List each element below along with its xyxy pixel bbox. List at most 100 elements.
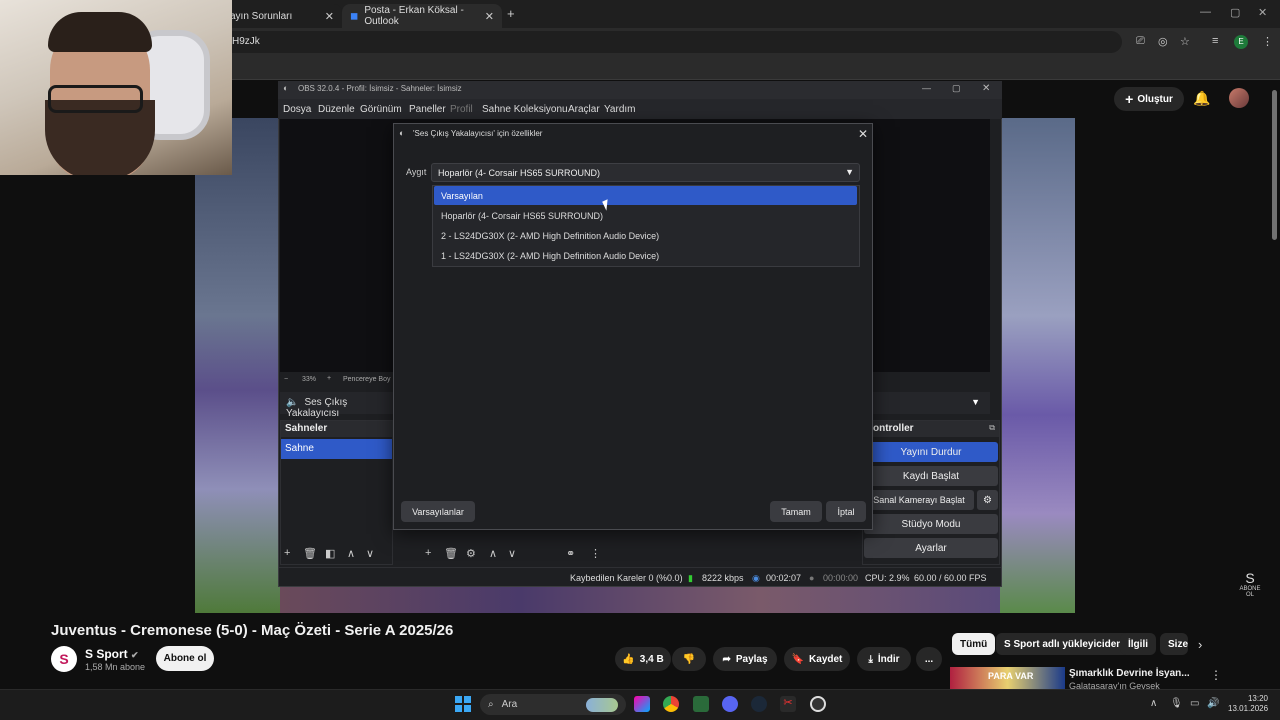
chevron-down-icon[interactable]: ∨ bbox=[508, 547, 516, 560]
maximize-icon[interactable]: ▢ bbox=[952, 83, 961, 94]
microphone-icon[interactable]: 🎙 bbox=[1170, 698, 1183, 709]
more-icon[interactable]: ⋮ bbox=[1210, 668, 1222, 682]
zoom-in-icon[interactable]: + bbox=[327, 375, 331, 382]
hide-icon[interactable]: ◎ bbox=[1158, 35, 1168, 48]
menu-gorunum[interactable]: Görünüm bbox=[360, 104, 402, 115]
studio-mode-button[interactable]: Stüdyo Modu bbox=[864, 514, 998, 534]
system-clock[interactable]: 13:20 13.01.2026 bbox=[1228, 694, 1268, 714]
device-value: Hoparlör (4- Corsair HS65 SURROUND) bbox=[438, 168, 601, 178]
add-icon[interactable]: + bbox=[425, 547, 431, 559]
menu-sahne-koleksiyonu[interactable]: Sahne Koleksiyonu bbox=[482, 104, 568, 115]
menu-icon[interactable]: ⋮ bbox=[1262, 35, 1273, 48]
cast-icon[interactable]: ⎚ bbox=[1136, 35, 1145, 48]
star-icon[interactable]: ☆ bbox=[1180, 35, 1190, 48]
obs-statusbar: Kaybedilen Kareler 0 (%0.0) ▮ 8222 kbps … bbox=[279, 567, 1001, 586]
trash-icon[interactable]: 🗑 bbox=[303, 547, 317, 560]
add-icon[interactable]: + bbox=[284, 547, 290, 559]
menu-yardim[interactable]: Yardım bbox=[604, 104, 636, 115]
menu-duzenle[interactable]: Düzenle bbox=[318, 104, 355, 115]
obs-icon[interactable] bbox=[810, 696, 826, 712]
zoom-out-icon[interactable]: − bbox=[284, 376, 288, 383]
chevron-up-icon[interactable]: ∧ bbox=[489, 547, 497, 560]
save-button[interactable]: 🔖 Kaydet bbox=[784, 647, 850, 671]
browser-tab[interactable]: ◼ Posta - Erkan Köksal - Outlook ✕ bbox=[342, 4, 502, 28]
device-option[interactable]: 2 - LS24DG30X (2- AMD High Definition Au… bbox=[434, 226, 857, 245]
chevron-down-icon[interactable]: ∨ bbox=[366, 547, 374, 560]
start-virtual-camera-button[interactable]: Sanal Kamerayı Başlat bbox=[864, 490, 974, 510]
undock-icon[interactable]: ⧉ bbox=[989, 423, 995, 433]
chrome-icon[interactable] bbox=[663, 696, 679, 712]
minimize-icon[interactable]: — bbox=[1200, 6, 1211, 18]
trash-icon[interactable]: 🗑 bbox=[444, 547, 458, 560]
source-dropdown[interactable]: ▼ bbox=[873, 392, 990, 414]
settings-button[interactable]: Ayarlar bbox=[864, 538, 998, 558]
thumbs-down-icon: 👎 bbox=[682, 653, 696, 665]
gear-icon[interactable]: ⚙ bbox=[466, 547, 476, 560]
profile-avatar[interactable]: E bbox=[1234, 35, 1248, 49]
search-label: Ara bbox=[501, 699, 518, 710]
channel-name[interactable]: S Sport ✔ bbox=[85, 647, 139, 661]
avatar[interactable] bbox=[1229, 88, 1249, 108]
gear-icon[interactable]: ⚙ bbox=[977, 490, 998, 510]
link-icon[interactable]: ⚭ bbox=[566, 547, 575, 560]
cancel-button[interactable]: İptal bbox=[826, 501, 866, 522]
video-frame-bottom bbox=[280, 585, 1000, 613]
windows-start-icon[interactable] bbox=[455, 696, 471, 712]
defaults-button[interactable]: Varsayılanlar bbox=[401, 501, 475, 522]
address-bar[interactable]: H9zJk bbox=[222, 31, 1122, 53]
filter-icon[interactable]: ◧ bbox=[325, 547, 335, 560]
related-thumbnail[interactable]: PARA VAR bbox=[950, 667, 1065, 689]
menu-profil[interactable]: Profil bbox=[450, 104, 473, 115]
capcut-icon[interactable]: ✂ bbox=[780, 696, 796, 712]
bell-icon[interactable]: 🔔 bbox=[1193, 90, 1210, 107]
close-icon[interactable]: ✕ bbox=[1258, 6, 1267, 19]
new-tab-button[interactable]: + bbox=[507, 6, 515, 21]
close-icon[interactable]: ✕ bbox=[982, 83, 990, 94]
dislike-button[interactable]: 👎 bbox=[672, 647, 706, 671]
volume-icon[interactable]: 🔊 bbox=[1207, 698, 1219, 709]
ok-button[interactable]: Tamam bbox=[770, 501, 822, 522]
discord-icon[interactable] bbox=[722, 696, 738, 712]
chip-uploader[interactable]: S Sport adlı yükleyiciden bbox=[996, 633, 1131, 655]
minimize-icon[interactable]: — bbox=[922, 83, 931, 93]
create-button[interactable]: + Oluştur bbox=[1114, 87, 1184, 111]
related-title[interactable]: Şımarklık Devrine İsyan... bbox=[1069, 668, 1190, 679]
app-icon[interactable] bbox=[693, 696, 709, 712]
device-option[interactable]: Hoparlör (4- Corsair HS65 SURROUND) bbox=[434, 206, 857, 225]
menu-paneller[interactable]: Paneller bbox=[409, 104, 446, 115]
scene-item[interactable]: Sahne bbox=[281, 439, 392, 459]
browser-tab[interactable]: ayın Sorunları ✕ bbox=[222, 4, 342, 28]
more-button[interactable]: ... bbox=[916, 647, 942, 671]
close-icon[interactable]: ✕ bbox=[858, 127, 868, 141]
menu-araclar[interactable]: Araçlar bbox=[568, 104, 600, 115]
chevron-up-icon[interactable]: ∧ bbox=[347, 547, 355, 560]
device-select[interactable]: Hoparlör (4- Corsair HS65 SURROUND) ▼ bbox=[431, 163, 860, 182]
network-icon[interactable]: ▭ bbox=[1190, 698, 1199, 709]
like-button[interactable]: 👍 3,4 B bbox=[615, 647, 671, 671]
stop-stream-button[interactable]: Yayını Durdur bbox=[864, 442, 998, 462]
chevron-up-icon[interactable]: ∧ bbox=[1150, 698, 1157, 709]
close-icon[interactable]: ✕ bbox=[485, 10, 494, 23]
share-button[interactable]: ➦ Paylaş bbox=[713, 647, 777, 671]
copilot-icon[interactable] bbox=[634, 696, 650, 712]
taskbar-search[interactable]: ⌕ Ara bbox=[480, 694, 626, 715]
device-option[interactable]: 1 - LS24DG30X (2- AMD High Definition Au… bbox=[434, 246, 857, 265]
fit-label[interactable]: Pencereye Boy bbox=[343, 376, 390, 383]
menu-dosya[interactable]: Dosya bbox=[283, 104, 311, 115]
more-icon[interactable]: ⋮ bbox=[590, 547, 601, 560]
zoom-controls: − 33% + Pencereye Boy bbox=[280, 372, 394, 390]
subscribe-button[interactable]: Abone ol bbox=[156, 646, 214, 671]
close-icon[interactable]: ✕ bbox=[325, 10, 334, 23]
media-icon[interactable]: ≡ bbox=[1212, 35, 1218, 47]
scrollbar[interactable] bbox=[1272, 90, 1277, 240]
download-button[interactable]: ⤓ İndir bbox=[857, 647, 911, 671]
maximize-icon[interactable]: ▢ bbox=[1230, 6, 1240, 19]
device-option[interactable]: Varsayılan bbox=[434, 186, 857, 205]
chip-related[interactable]: İlgili bbox=[1120, 633, 1156, 655]
chevron-right-icon[interactable]: › bbox=[1198, 637, 1202, 652]
start-recording-button[interactable]: Kaydı Başlat bbox=[864, 466, 998, 486]
steam-icon[interactable] bbox=[751, 696, 767, 712]
chip-all[interactable]: Tümü bbox=[952, 633, 996, 655]
channel-avatar[interactable]: S bbox=[51, 646, 77, 672]
chip-for-you[interactable]: Size bbox=[1160, 633, 1188, 655]
